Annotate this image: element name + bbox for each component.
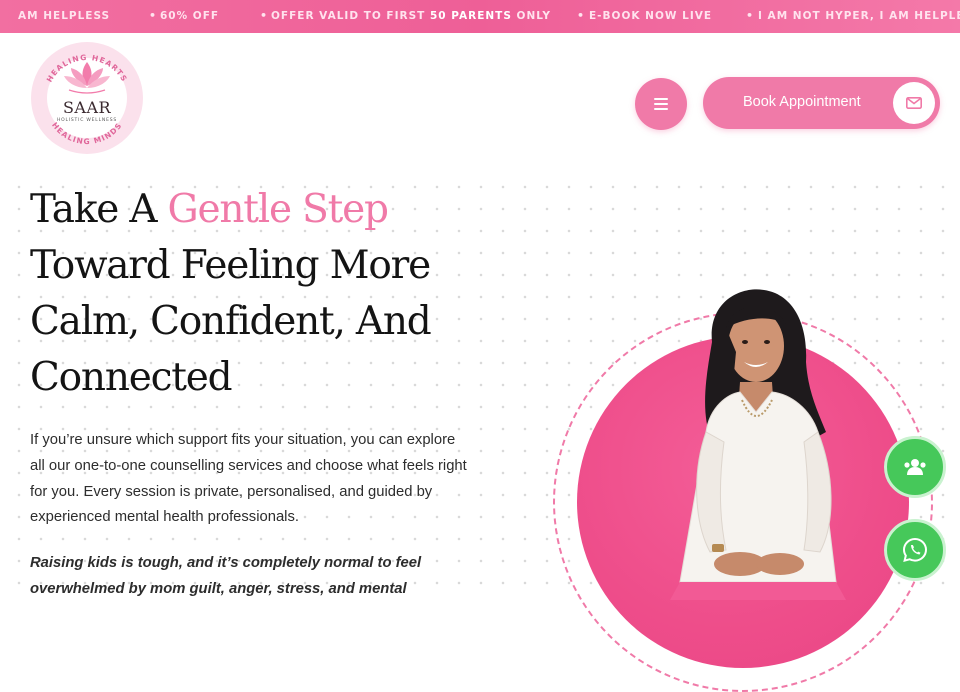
hero-emphasis: Raising kids is tough, and it’s complete…	[30, 555, 422, 597]
hero-title: Take A Gentle Step Toward Feeling More C…	[30, 187, 432, 400]
ticker-item: OFFER VALID TO FIRST 50 PARENTS ONLY	[271, 10, 551, 22]
ticker-item: 60% OFF	[160, 10, 220, 22]
community-float-button[interactable]	[884, 436, 946, 498]
users-icon	[904, 459, 926, 475]
whatsapp-float-button[interactable]	[884, 519, 946, 581]
logo-name: SAAR	[62, 98, 112, 117]
logo-subtitle: HOLISTIC WELLNESS	[56, 118, 118, 123]
announcement-ticker: AM HELPLESS • 60% OFF • OFFER VALID TO F…	[0, 0, 960, 33]
hamburger-icon	[654, 98, 668, 110]
menu-button[interactable]	[635, 78, 687, 130]
svg-text:HEALING MINDS: HEALING MINDS	[50, 121, 124, 146]
book-appointment-label: Book Appointment	[743, 94, 861, 110]
counsellor-photo	[670, 289, 846, 600]
lotus-icon	[64, 62, 110, 94]
hero-title-accent: Gentle Step	[167, 187, 389, 232]
ticker-bullet: •	[577, 9, 586, 22]
hero-description: If you’re unsure which support fits your…	[30, 432, 467, 526]
envelope-icon	[893, 82, 935, 124]
whatsapp-icon	[902, 537, 928, 562]
ticker-bullet: •	[746, 9, 755, 22]
ticker-item: I AM NOT HYPER, I AM HELPLESS	[758, 10, 960, 22]
ticker-bullet: •	[149, 9, 158, 22]
ticker-bullet: •	[260, 9, 269, 22]
site-logo[interactable]: HEALING HEARTS HEALING MINDS SAAR HOLIST…	[31, 42, 143, 154]
book-appointment-button[interactable]: Book Appointment	[703, 77, 940, 129]
ticker-item: E-BOOK NOW LIVE	[589, 10, 713, 22]
ticker-item: AM HELPLESS	[18, 10, 111, 22]
